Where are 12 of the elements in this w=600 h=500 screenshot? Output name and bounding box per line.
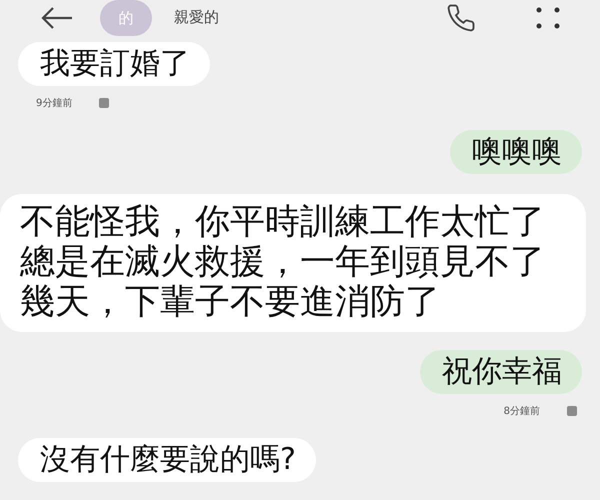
avatar: 的 (100, 0, 152, 36)
message-time: 9分鐘前 (36, 97, 72, 110)
message-time: 8分鐘前 (504, 405, 540, 418)
more-icon[interactable] (536, 7, 560, 29)
contact-name: 親愛的 (174, 8, 220, 27)
received-message: 不能怪我，你平時訓練工作太忙了總是在滅火救援，一年到頭見不了幾天，下輩子不要進消防了 (0, 194, 586, 332)
back-icon[interactable] (40, 6, 74, 30)
received-message: 沒有什麼要說的嗎? (18, 438, 316, 482)
sent-message: 祝你幸福 (420, 350, 582, 394)
phone-icon[interactable] (446, 3, 476, 33)
received-message: 我要訂婚了 (18, 42, 210, 86)
sent-message: 噢噢噢 (450, 130, 582, 174)
